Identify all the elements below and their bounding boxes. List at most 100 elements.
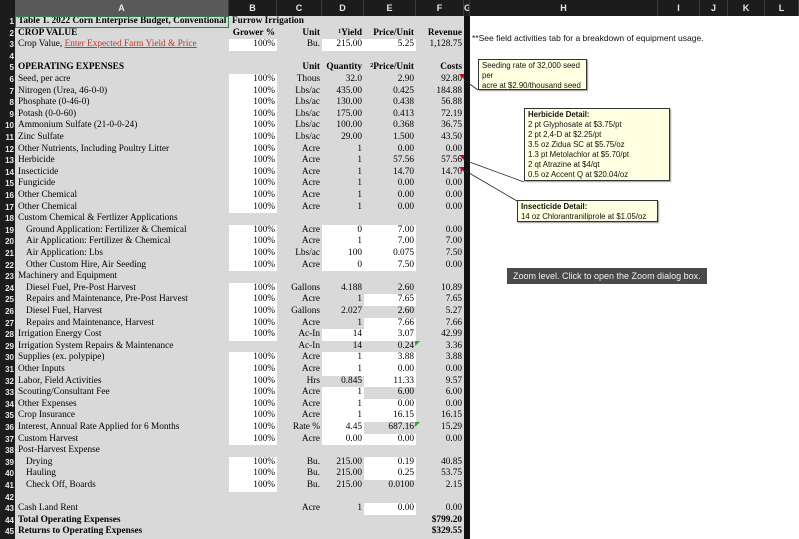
unit-cell[interactable]: Bu. [277,457,322,469]
price-unit-cell[interactable]: 0.00 [364,178,416,190]
row-header[interactable]: 6 [0,74,15,86]
grower-pct-cell[interactable]: 100% [229,387,277,399]
quantity-cell[interactable]: 215.00 [322,468,364,480]
quantity-cell[interactable]: 1 [322,190,364,202]
grower-pct-cell[interactable]: 100% [229,282,277,295]
cost-cell[interactable]: 14.70 [416,166,464,179]
unit-cell[interactable]: Acre [277,178,322,190]
column-header-e[interactable]: E [364,0,416,16]
cost-cell[interactable]: 43.50 [416,132,464,144]
unit-cell[interactable]: Bu. [277,480,322,492]
cost-cell[interactable]: 0.00 [416,503,464,515]
price-unit-cell[interactable]: 16.15 [364,410,416,422]
price-unit-cell[interactable]: 14.70 [364,167,416,179]
cost-cell[interactable]: 40.85 [416,457,464,469]
row-header[interactable]: 32 [0,376,15,388]
unit-cell[interactable]: Hrs [277,376,322,388]
row-header[interactable]: 2 [0,28,15,40]
grower-pct-cell[interactable]: 100% [229,317,277,330]
unit-cell[interactable]: Acre [277,294,322,306]
returns-value[interactable]: $329.55 [416,526,464,538]
price-unit-cell[interactable]: 3.07 [364,329,416,341]
row-header[interactable]: 26 [0,306,15,318]
cost-cell[interactable]: 3.36 [416,341,464,353]
cost-cell[interactable]: 53.75 [416,468,464,480]
cost-cell[interactable]: 7.65 [416,294,464,306]
grower-pct-cell[interactable]: 100% [229,74,277,86]
row-header[interactable]: 30 [0,352,15,364]
cost-cell[interactable]: 16.15 [416,410,464,422]
unit-cell[interactable]: Acre [277,364,322,376]
row-header[interactable]: 21 [0,248,15,260]
row-header[interactable]: 44 [0,515,15,527]
unit-cell[interactable]: Acre [277,202,322,214]
quantity-cell[interactable]: 0.00 [322,433,364,446]
unit-cell[interactable]: Acre [277,399,322,411]
unit-cell[interactable]: Acre [277,318,322,330]
unit-cell[interactable]: Lbs/ac [277,109,322,121]
unit-cell[interactable]: Acre [277,155,322,167]
unit-cell[interactable]: Lbs/ac [277,132,322,144]
quantity-cell[interactable]: 0.845 [322,376,364,388]
row-header[interactable]: 28 [0,329,15,341]
quantity-cell[interactable]: 0 [322,224,364,237]
grower-pct-cell[interactable]: 100% [229,480,277,492]
row-header[interactable]: 15 [0,178,15,190]
column-header-c[interactable]: C [277,0,322,16]
row-header[interactable]: 14 [0,167,15,179]
row-header[interactable]: 25 [0,294,15,306]
row-header[interactable]: 4 [0,51,15,63]
price-unit-cell[interactable]: 0.00 [364,190,416,202]
row-header[interactable]: 39 [0,457,15,469]
price-unit-cell[interactable]: 0.00 [364,433,416,446]
cost-cell[interactable]: 184.88 [416,86,464,98]
price-unit-cell[interactable]: 0.24 [364,340,420,353]
row-header[interactable]: 12 [0,144,15,156]
row-header[interactable]: 34 [0,399,15,411]
crop-grower-pct[interactable]: 100% [229,39,277,51]
unit-cell[interactable]: Acre [277,387,322,399]
row-header[interactable]: 3 [0,39,15,51]
cost-cell[interactable]: 6.00 [416,387,464,399]
grower-pct-cell[interactable]: 100% [229,120,277,132]
grower-pct-cell[interactable]: 100% [229,236,277,248]
price-unit-cell[interactable]: 7.00 [364,236,416,248]
row-header[interactable]: 40 [0,468,15,480]
cell-b1-subtitle[interactable]: Furrow Irrigation [229,16,464,28]
quantity-cell[interactable]: 1 [322,202,364,214]
cost-cell[interactable]: 0.00 [416,260,464,272]
unit-cell[interactable]: Acre [277,144,322,156]
row-header[interactable]: 9 [0,109,15,121]
row-header[interactable]: 7 [0,86,15,98]
quantity-cell[interactable]: 32.0 [322,74,364,86]
crop-price-input[interactable]: 5.25 [364,39,416,51]
cost-cell[interactable]: 0.00 [416,190,464,202]
column-header-i[interactable]: I [658,0,700,16]
grower-pct-cell[interactable]: 100% [229,155,277,167]
quantity-cell[interactable]: 1 [322,178,364,190]
total-operating-value[interactable]: $799.20 [416,515,464,527]
quantity-cell[interactable]: 1 [322,364,364,376]
crop-unit[interactable]: Bu. [277,39,322,51]
price-unit-cell[interactable]: 7.00 [364,224,416,237]
unit-cell[interactable]: Lbs/ac [277,97,322,109]
price-unit-cell[interactable]: 0.425 [364,86,416,98]
grower-pct-cell[interactable]: 100% [229,108,277,121]
unit-cell[interactable]: Acre [277,410,322,422]
column-header-a[interactable]: A [15,0,229,16]
quantity-cell[interactable]: 215.00 [322,457,364,469]
price-unit-cell[interactable]: 1.500 [364,132,416,144]
column-header-d[interactable]: D [322,0,364,16]
row-header[interactable]: 8 [0,97,15,109]
price-unit-cell[interactable]: 0.413 [364,109,416,121]
price-unit-cell[interactable]: 0.00 [364,202,416,214]
price-unit-cell[interactable]: 57.56 [364,155,416,167]
column-header-h[interactable]: H [470,0,658,16]
cost-cell[interactable]: 72.19 [416,109,464,121]
grower-pct-cell[interactable]: 100% [229,433,277,446]
cost-cell[interactable]: 5.27 [416,306,464,318]
cost-cell[interactable]: 42.99 [416,329,464,341]
cell-a1-title[interactable]: Table 1. 2022 Corn Enterprise Budget, Co… [15,16,229,28]
frozen-pane-divider[interactable] [464,16,470,539]
quantity-cell[interactable]: 130.00 [322,97,364,109]
